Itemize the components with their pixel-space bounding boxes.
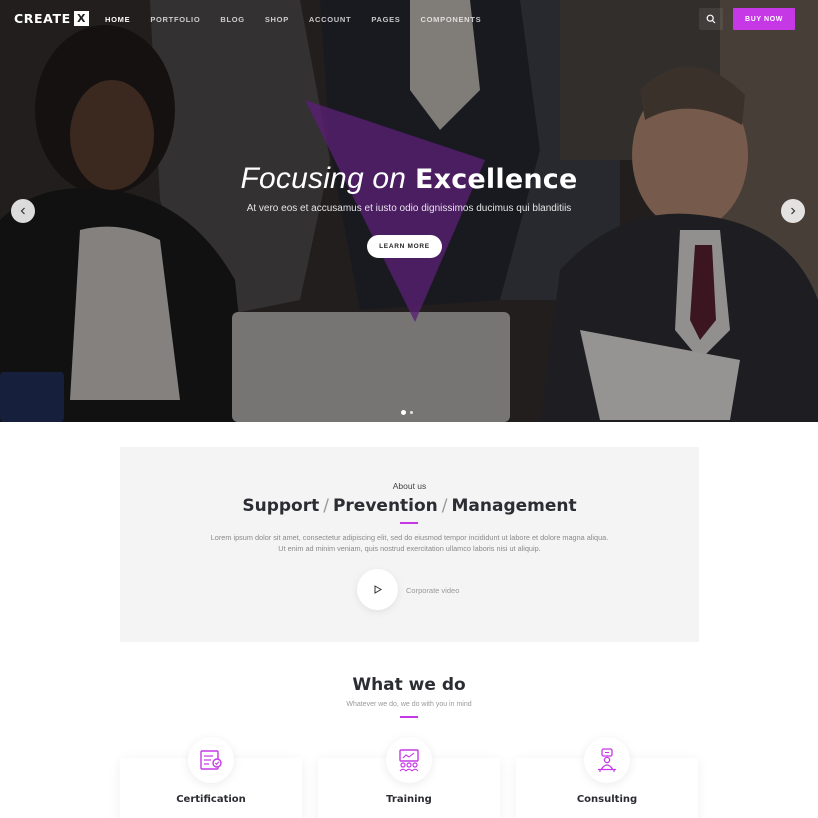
top-navigation: CREATE X HOME PORTFOLIO BLOG SHOP ACCOUN… [0, 0, 818, 40]
about-section: About us Support / Prevention / Management L… [120, 447, 699, 642]
services-title: What we do [352, 675, 466, 695]
service-label-training: Training [386, 794, 432, 805]
title-separator: / [441, 496, 448, 516]
service-icon-wrap [188, 737, 234, 783]
about-title: Support / Prevention / Management [120, 496, 699, 516]
services-accent-line [400, 716, 418, 718]
logo[interactable]: CREATE X [14, 11, 89, 26]
menu-item-account[interactable]: ACCOUNT [309, 15, 351, 24]
slider-prev-button[interactable] [11, 199, 35, 223]
about-title-part: Management [451, 496, 577, 516]
hero-headline-bold: Excellence [414, 164, 578, 195]
buy-now-button[interactable]: BUY NOW [733, 8, 795, 30]
menu-item-portfolio[interactable]: PORTFOLIO [150, 15, 200, 24]
slider-dot-active[interactable] [401, 410, 406, 415]
learn-more-button[interactable]: LEARN MORE [367, 235, 442, 258]
hero-headline: Focusing on Excellence [0, 162, 818, 196]
corporate-video-play-button[interactable] [357, 569, 398, 610]
play-icon [374, 585, 382, 594]
chevron-right-icon [791, 207, 796, 215]
main-menu: HOME PORTFOLIO BLOG SHOP ACCOUNT PAGES C… [105, 15, 501, 24]
corporate-video-label[interactable]: Corporate video [406, 586, 459, 595]
hero-slider: CREATE X HOME PORTFOLIO BLOG SHOP ACCOUN… [0, 0, 818, 422]
slider-dot[interactable] [410, 411, 413, 414]
about-description: Lorem ipsum dolor sit amet, consectetur … [210, 533, 609, 553]
slider-pagination [401, 410, 413, 415]
search-button[interactable] [699, 8, 723, 30]
about-title-part: Support [242, 496, 320, 516]
about-title-part: Prevention [332, 496, 438, 516]
certificate-icon [200, 750, 222, 770]
service-icon-wrap [386, 737, 432, 783]
logo-text: CREATE [14, 11, 71, 26]
services-subtitle: Whatever we do, we do with you in mind [346, 701, 472, 708]
menu-item-pages[interactable]: PAGES [371, 15, 400, 24]
hero-subline: At vero eos et accusamus et iusto odio d… [246, 203, 572, 214]
service-icon-wrap [584, 737, 630, 783]
training-icon [399, 749, 419, 772]
title-separator: / [323, 496, 329, 516]
menu-item-components[interactable]: COMPONENTS [421, 15, 482, 24]
slider-next-button[interactable] [781, 199, 805, 223]
consulting-icon [598, 748, 616, 772]
search-icon [706, 14, 716, 24]
hero-headline-light: Focusing on [240, 162, 407, 195]
menu-item-blog[interactable]: BLOG [220, 15, 244, 24]
service-label-consulting: Consulting [576, 794, 638, 805]
about-label: About us [392, 481, 427, 491]
about-accent-line [400, 522, 418, 524]
menu-item-home[interactable]: HOME [105, 15, 130, 24]
service-label-certification: Certification [176, 794, 246, 805]
menu-item-shop[interactable]: SHOP [265, 15, 289, 24]
chevron-left-icon [20, 207, 25, 215]
logo-mark: X [73, 11, 89, 26]
